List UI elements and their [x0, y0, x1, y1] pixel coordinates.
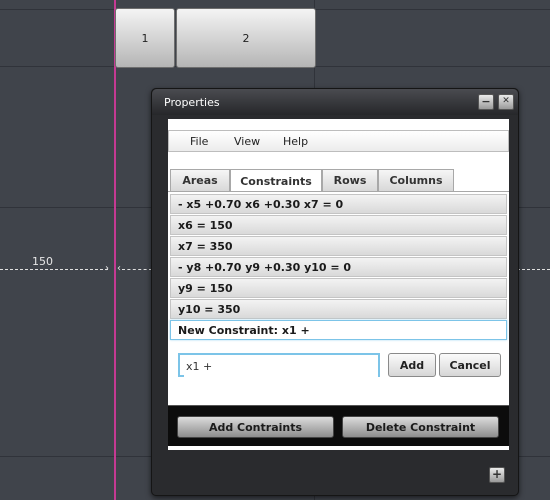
close-icon: ✕	[502, 96, 510, 106]
new-constraint-row[interactable]: New Constraint: x1 +	[170, 320, 507, 340]
delete-constraint-button[interactable]: Delete Constraint	[342, 416, 499, 438]
arrow-right-icon: ›	[105, 263, 109, 274]
tab-label: Constraints	[240, 175, 312, 188]
menu-view[interactable]: View	[234, 135, 260, 148]
area-tab-1[interactable]: 1	[115, 8, 175, 68]
close-button[interactable]: ✕	[498, 94, 514, 110]
constraint-list: - x5 +0.70 x6 +0.30 x7 = 0 x6 = 150 x7 =…	[170, 194, 507, 341]
dimension-line	[0, 269, 108, 270]
dimension-label: 150	[32, 255, 53, 268]
tab-label: Areas	[182, 174, 218, 187]
window-content: File View Help Areas Constraints Rows Co…	[168, 119, 509, 450]
window-title: Properties	[164, 96, 220, 109]
minimize-icon: −	[481, 95, 491, 108]
tab-bar: Areas Constraints Rows Columns	[170, 169, 509, 193]
menu-bar: File View Help	[168, 130, 509, 152]
cancel-button-label: Cancel	[449, 358, 491, 372]
area-tab-2[interactable]: 2	[176, 8, 316, 68]
dimension-line	[517, 269, 550, 270]
area-tab-label: 2	[242, 31, 250, 45]
properties-window: Properties − ✕ File View Help Areas Cons…	[151, 88, 519, 496]
menu-file[interactable]: File	[190, 135, 208, 148]
constraint-row[interactable]: y9 = 150	[170, 278, 507, 298]
tab-rows[interactable]: Rows	[322, 169, 378, 191]
area-tab-label: 1	[141, 31, 149, 45]
tab-columns[interactable]: Columns	[378, 169, 454, 191]
add-constraints-label: Add Contraints	[208, 420, 303, 434]
vertical-guide[interactable]	[114, 0, 116, 500]
arrow-left-icon: ‹	[117, 263, 121, 274]
tab-areas[interactable]: Areas	[170, 169, 230, 191]
add-constraints-button[interactable]: Add Contraints	[177, 416, 334, 438]
constraint-input[interactable]	[184, 356, 378, 377]
constraint-row[interactable]: y10 = 350	[170, 299, 507, 319]
add-button-label: Add	[399, 358, 425, 372]
cancel-button[interactable]: Cancel	[439, 353, 501, 377]
plus-icon: +	[491, 467, 503, 481]
tab-constraints[interactable]: Constraints	[230, 169, 322, 193]
action-bar: Add Contraints Delete Constraint	[168, 405, 509, 446]
add-button[interactable]: Add	[388, 353, 436, 377]
delete-constraint-label: Delete Constraint	[365, 420, 476, 434]
tab-label: Columns	[389, 174, 443, 187]
constraint-row[interactable]: x6 = 150	[170, 215, 507, 235]
add-area-button[interactable]: +	[489, 467, 505, 483]
minimize-button[interactable]: −	[478, 94, 494, 110]
constraint-row[interactable]: x7 = 350	[170, 236, 507, 256]
constraint-row[interactable]: - y8 +0.70 y9 +0.30 y10 = 0	[170, 257, 507, 277]
constraint-row[interactable]: - x5 +0.70 x6 +0.30 x7 = 0	[170, 194, 507, 214]
menu-help[interactable]: Help	[283, 135, 308, 148]
constraint-input-wrapper	[178, 353, 380, 377]
window-titlebar[interactable]: Properties − ✕	[152, 89, 518, 115]
tab-label: Rows	[333, 174, 367, 187]
dimension-line	[122, 269, 152, 270]
